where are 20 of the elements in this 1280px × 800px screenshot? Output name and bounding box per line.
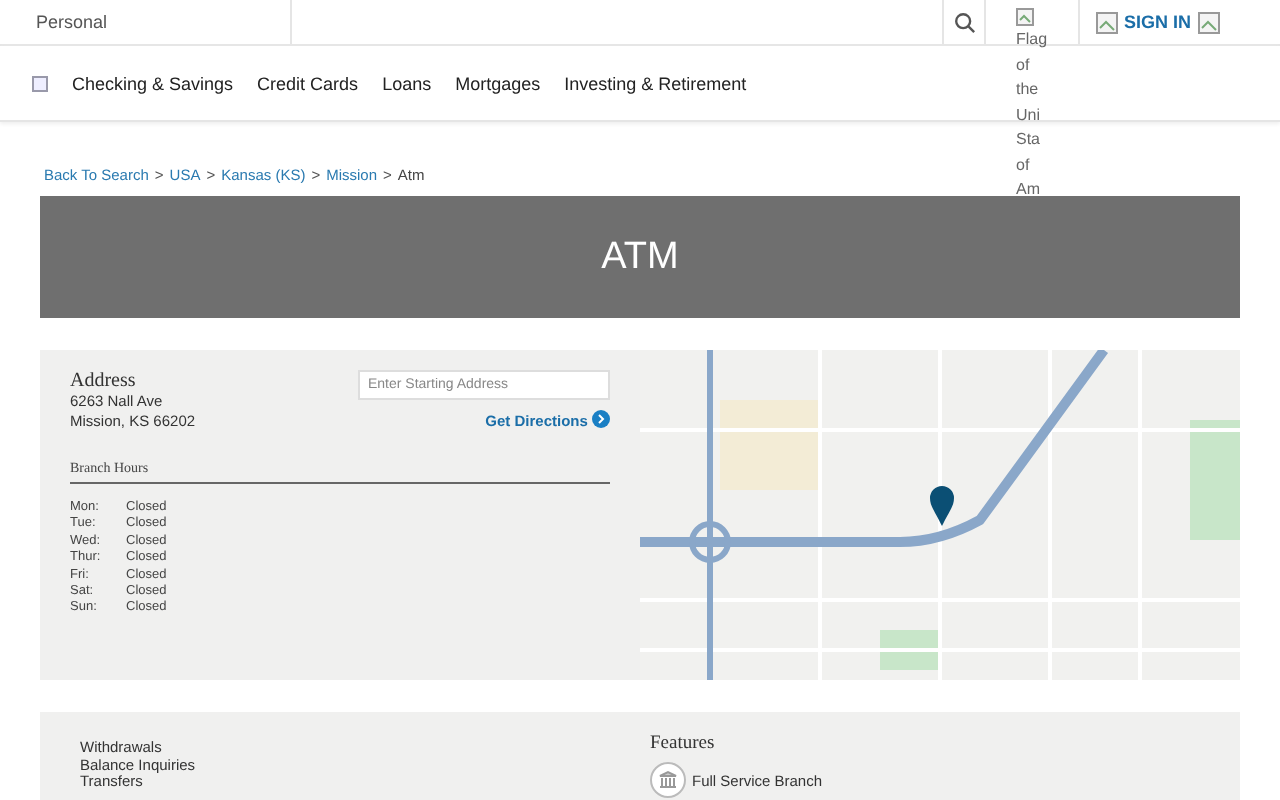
search-button[interactable] bbox=[942, 0, 986, 44]
sign-in-link[interactable]: SIGN IN bbox=[1124, 12, 1192, 32]
nav-link[interactable]: Investing & Retirement bbox=[564, 73, 747, 93]
nav-link[interactable]: Checking & Savings bbox=[72, 73, 234, 93]
segment-label[interactable]: Personal bbox=[0, 0, 292, 44]
broken-image-icon bbox=[1197, 11, 1220, 33]
nav-link[interactable]: Mortgages bbox=[455, 73, 541, 93]
address-heading: Address bbox=[70, 370, 138, 392]
map-pin-icon bbox=[930, 486, 954, 526]
nav-link[interactable]: Credit Cards bbox=[257, 73, 359, 93]
broken-image-icon bbox=[1096, 11, 1118, 33]
nav-link[interactable]: Loans bbox=[382, 73, 432, 93]
broken-image-icon bbox=[32, 75, 48, 91]
arrow-circle-icon bbox=[592, 410, 610, 428]
search-icon bbox=[953, 11, 975, 33]
broken-image-icon bbox=[1016, 8, 1034, 26]
page-title: ATM bbox=[601, 235, 679, 279]
bank-icon bbox=[650, 762, 686, 798]
features-heading: Features bbox=[650, 734, 717, 754]
flag-alt-text: Flag of the Uni Sta of Am bbox=[1016, 28, 1050, 202]
